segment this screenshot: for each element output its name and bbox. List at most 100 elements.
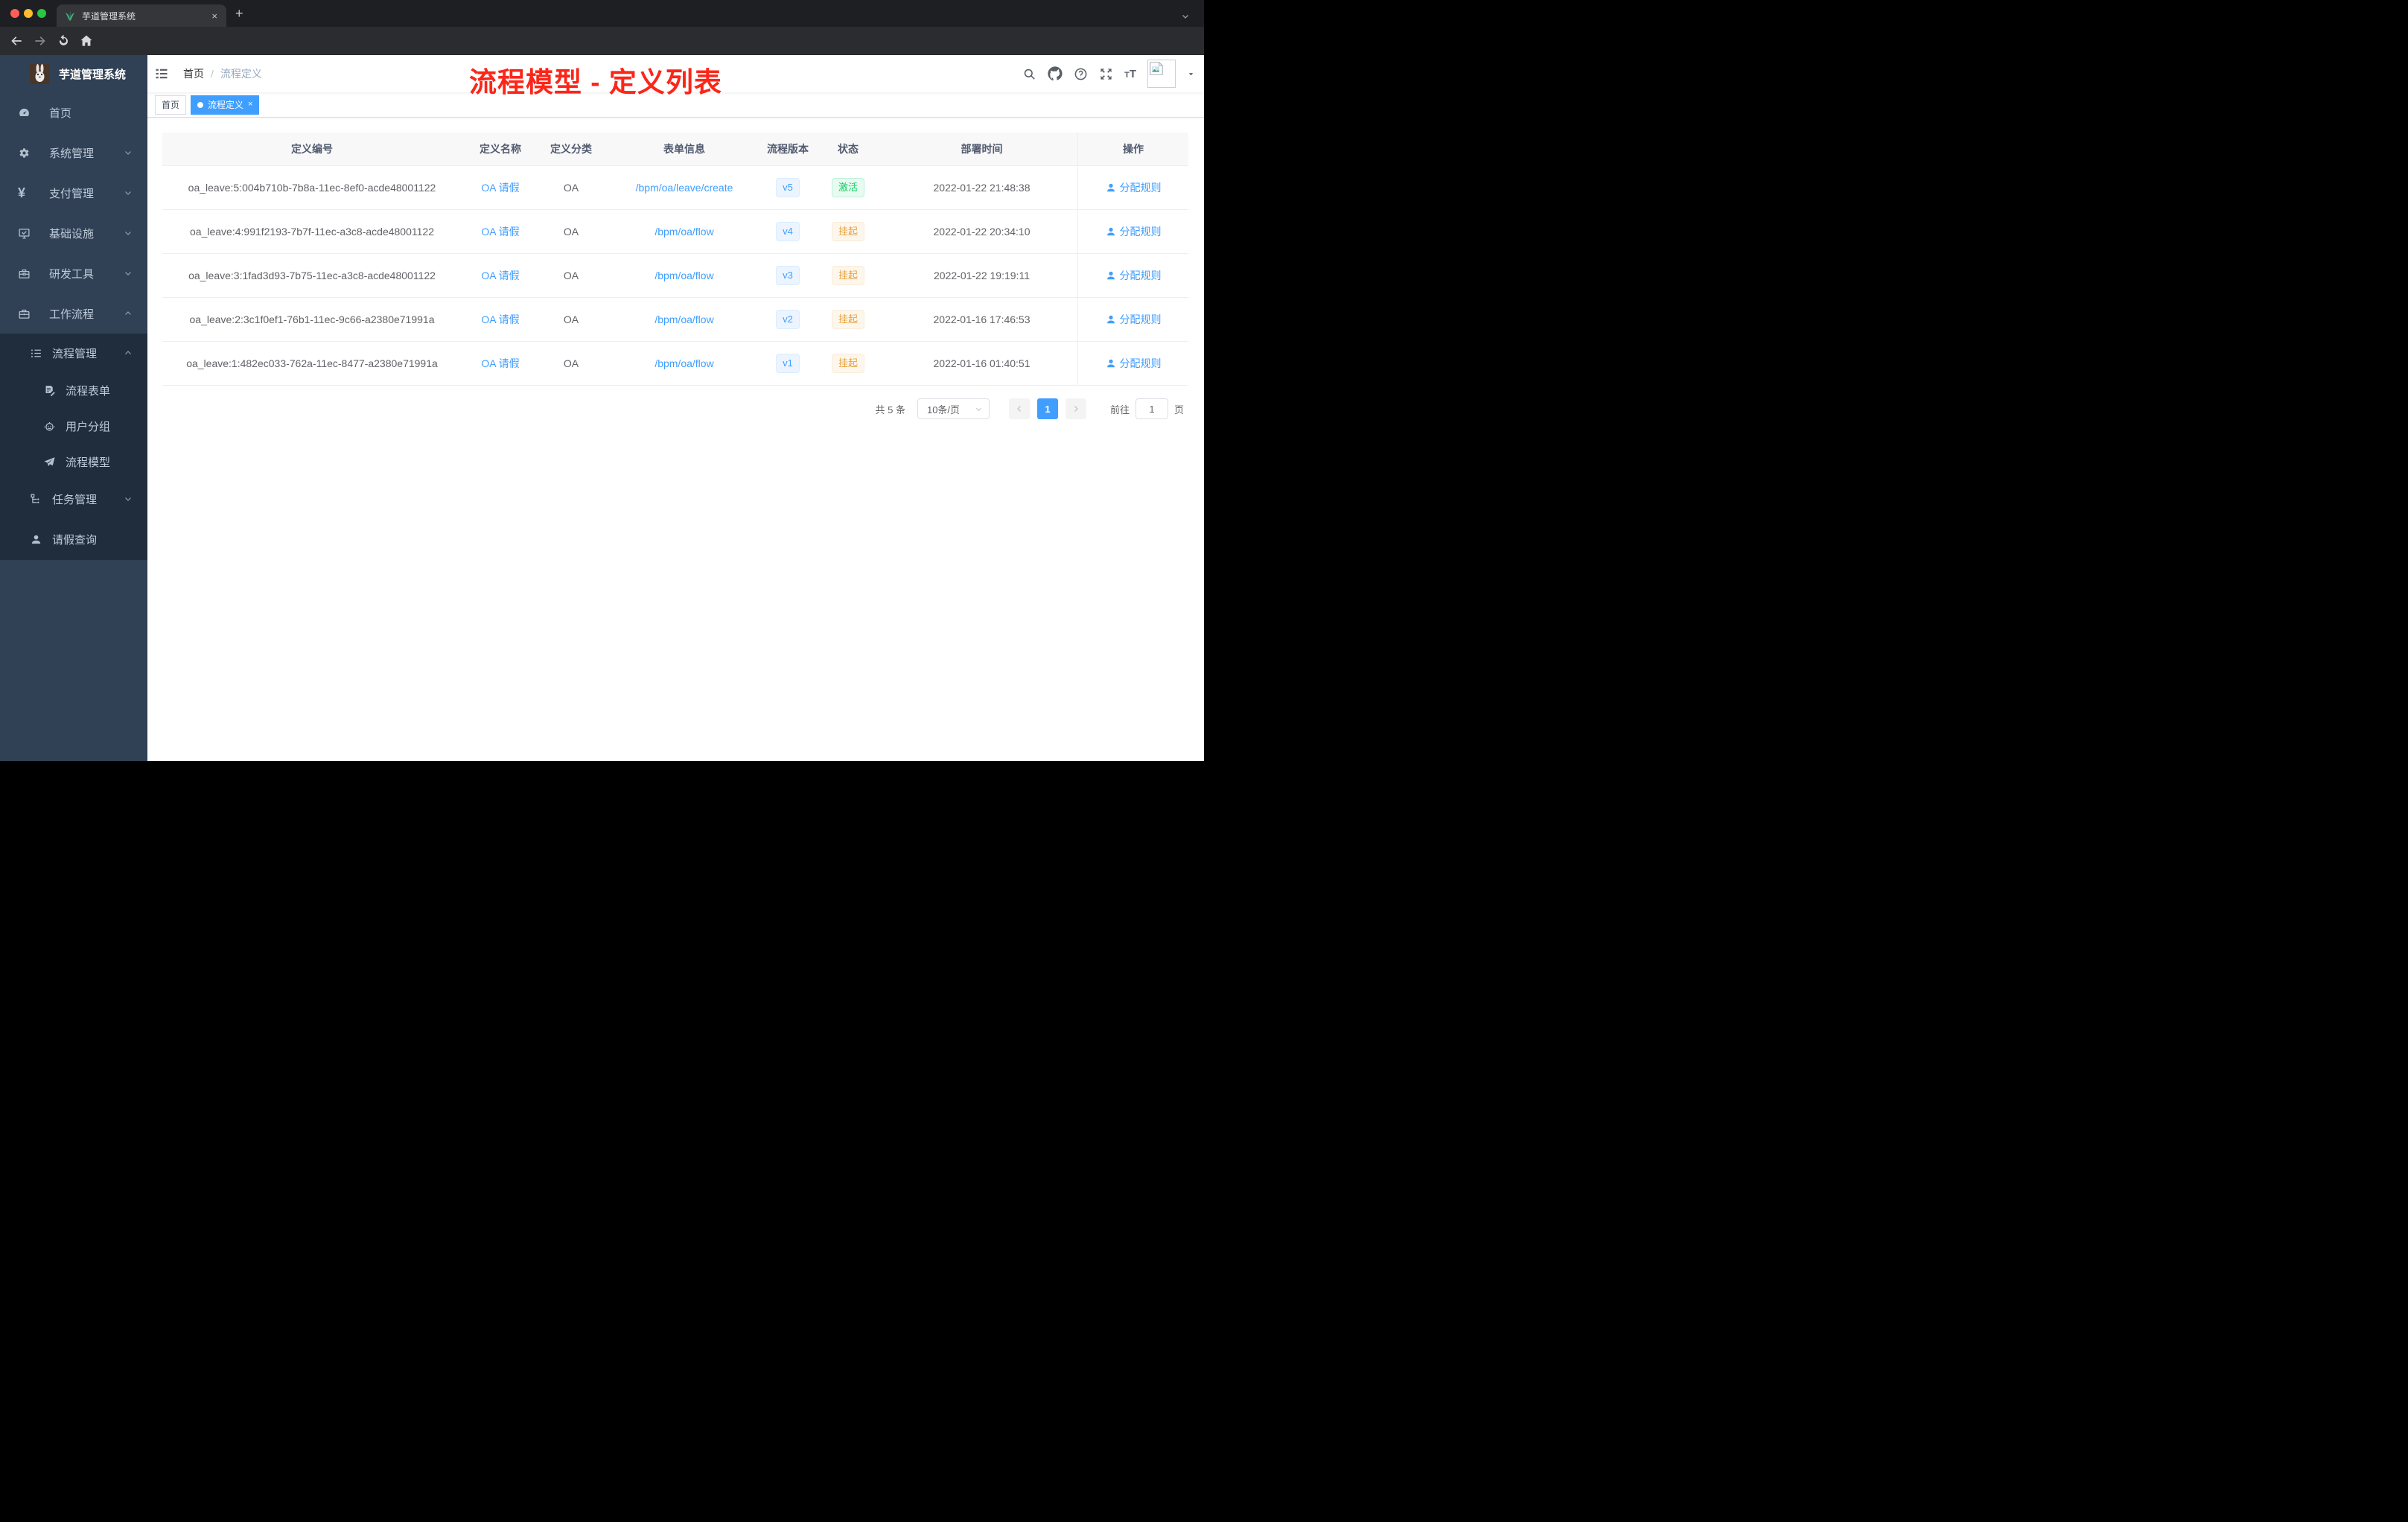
definition-id: oa_leave:1:482ec033-762a-11ec-8477-a2380…	[186, 357, 438, 369]
sidebar-item-process-management[interactable]: 流程管理	[0, 334, 147, 372]
logo-avatar	[30, 63, 50, 84]
text-size-icon[interactable]: TT	[1124, 68, 1136, 80]
status-badge: 激活	[831, 178, 864, 197]
page-unit-label: 页	[1173, 404, 1184, 415]
deploy-time: 2022-01-22 19:19:11	[934, 270, 1030, 281]
sidebar-fold-icon[interactable]	[154, 66, 169, 81]
sidebar-logo[interactable]: 芋道管理系统	[0, 55, 147, 92]
form-link[interactable]: /bpm/oa/flow	[654, 357, 713, 369]
breadcrumb-current: 流程定义	[220, 68, 262, 80]
col-header-name: 定义名称	[480, 143, 521, 155]
next-page-button[interactable]	[1065, 398, 1086, 419]
sidebar-item-label: 流程管理	[52, 347, 98, 360]
monitor-icon	[18, 227, 31, 240]
annotation-title: 流程模型 - 定义列表	[469, 67, 722, 98]
sidebar-item-label: 用户分组	[66, 420, 111, 433]
definition-name-link[interactable]: OA 请假	[481, 356, 519, 371]
version-badge: v5	[776, 178, 800, 197]
dashboard-icon	[18, 106, 31, 119]
window-close-button[interactable]	[10, 9, 19, 18]
sidebar-item-label: 系统管理	[49, 147, 95, 160]
sidebar-item-payment[interactable]: ¥ 支付管理	[0, 173, 147, 213]
briefcase-icon	[18, 308, 31, 320]
tab-close-icon[interactable]: ×	[210, 10, 219, 22]
col-header-id: 定义编号	[291, 143, 333, 155]
sidebar-item-workflow[interactable]: 工作流程	[0, 293, 147, 334]
page-number-button[interactable]: 1	[1036, 398, 1058, 419]
definition-name-link[interactable]: OA 请假	[481, 180, 519, 195]
sidebar-item-infrastructure[interactable]: 基础设施	[0, 213, 147, 253]
chevron-up-icon	[124, 348, 133, 357]
form-link[interactable]: /bpm/oa/flow	[654, 313, 713, 325]
sidebar-item-label: 流程表单	[66, 384, 111, 398]
table-row: oa_leave:3:1fad3d93-7b75-11ec-a3c8-acde4…	[162, 254, 1188, 298]
reload-icon[interactable]	[57, 34, 71, 48]
page-size-value: 10条/页	[926, 404, 961, 415]
home-icon[interactable]	[79, 34, 94, 48]
browser-tabstrip: 芋道管理系统 × +	[0, 0, 1204, 27]
sidebar-item-label: 基础设施	[49, 227, 95, 241]
tag-home[interactable]: 首页	[155, 95, 187, 115]
goto-page-input[interactable]: 1	[1135, 398, 1168, 419]
new-tab-button[interactable]: +	[235, 7, 243, 20]
sidebar-item-process-model[interactable]: 流程模型	[0, 444, 147, 480]
tab-search-chevron-icon[interactable]	[1181, 12, 1190, 21]
form-link[interactable]: /bpm/oa/flow	[654, 226, 713, 238]
robot-icon	[43, 420, 56, 433]
assign-rule-button[interactable]: 分配规则	[1106, 268, 1162, 283]
assign-rule-button[interactable]: 分配规则	[1106, 312, 1162, 327]
assign-rule-button[interactable]: 分配规则	[1106, 180, 1162, 195]
user-icon	[1106, 359, 1115, 368]
version-badge: v3	[776, 266, 800, 285]
search-icon[interactable]	[1022, 67, 1036, 81]
tag-process-definition[interactable]: 流程定义 ×	[191, 95, 260, 115]
prev-page-button[interactable]	[1008, 398, 1030, 419]
chevron-down-icon	[124, 494, 133, 503]
flow-list-icon	[30, 347, 42, 360]
definition-id: oa_leave:2:3c1f0ef1-76b1-11ec-9c66-a2380…	[189, 313, 435, 325]
sidebar-item-task-management[interactable]: 任务管理	[0, 480, 147, 518]
help-icon[interactable]	[1074, 67, 1088, 81]
forward-icon[interactable]	[33, 34, 48, 48]
definition-table: 定义编号 定义名称 定义分类 表单信息 流程版本 状态 部署时间 操作 oa_l…	[162, 133, 1188, 386]
definition-name-link[interactable]: OA 请假	[481, 312, 519, 327]
github-icon[interactable]	[1048, 66, 1063, 81]
definition-name-link[interactable]: OA 请假	[481, 268, 519, 283]
pagination-total: 共 5 条	[875, 404, 905, 415]
avatar[interactable]	[1147, 60, 1176, 88]
table-header-row: 定义编号 定义名称 定义分类 表单信息 流程版本 状态 部署时间 操作	[162, 133, 1188, 166]
sidebar-item-system[interactable]: 系统管理	[0, 133, 147, 173]
col-header-actions: 操作	[1077, 133, 1188, 165]
sidebar-item-leave-query[interactable]: 请假查询	[0, 518, 147, 560]
sidebar-item-user-group[interactable]: 用户分组	[0, 408, 147, 444]
window-minimize-button[interactable]	[24, 9, 33, 18]
browser-tab[interactable]: 芋道管理系统 ×	[57, 4, 226, 27]
form-link[interactable]: /bpm/oa/leave/create	[636, 182, 733, 194]
sidebar-item-label: 支付管理	[49, 187, 95, 200]
assign-rule-button[interactable]: 分配规则	[1106, 224, 1162, 239]
sidebar-item-process-form[interactable]: 流程表单	[0, 372, 147, 408]
definition-id: oa_leave:4:991f2193-7b7f-11ec-a3c8-acde4…	[190, 226, 434, 238]
sidebar-item-label: 首页	[49, 106, 72, 120]
back-icon[interactable]	[9, 34, 24, 48]
sidebar-item-devtools[interactable]: 研发工具	[0, 253, 147, 293]
user-icon	[1106, 227, 1115, 236]
window-zoom-button[interactable]	[37, 9, 46, 18]
assign-rule-button[interactable]: 分配规则	[1106, 356, 1162, 371]
definition-name-link[interactable]: OA 请假	[481, 224, 519, 239]
app-title: 芋道管理系统	[59, 68, 127, 81]
sidebar-item-home[interactable]: 首页	[0, 92, 147, 133]
tag-close-icon[interactable]: ×	[248, 101, 252, 109]
breadcrumb-home[interactable]: 首页	[183, 66, 204, 81]
table-row: oa_leave:5:004b710b-7b8a-11ec-8ef0-acde4…	[162, 166, 1188, 210]
form-link[interactable]: /bpm/oa/flow	[654, 270, 713, 281]
sidebar-item-label: 任务管理	[52, 493, 98, 506]
table-row: oa_leave:4:991f2193-7b7f-11ec-a3c8-acde4…	[162, 210, 1188, 254]
sidebar-item-label: 研发工具	[49, 267, 95, 281]
avatar-caret-icon[interactable]	[1187, 70, 1195, 78]
fullscreen-icon[interactable]	[1099, 67, 1113, 81]
deploy-time: 2022-01-16 17:46:53	[933, 313, 1031, 325]
tag-label: 首页	[162, 100, 180, 110]
sidebar-item-label: 工作流程	[49, 308, 95, 321]
page-size-select[interactable]: 10条/页	[917, 398, 990, 419]
